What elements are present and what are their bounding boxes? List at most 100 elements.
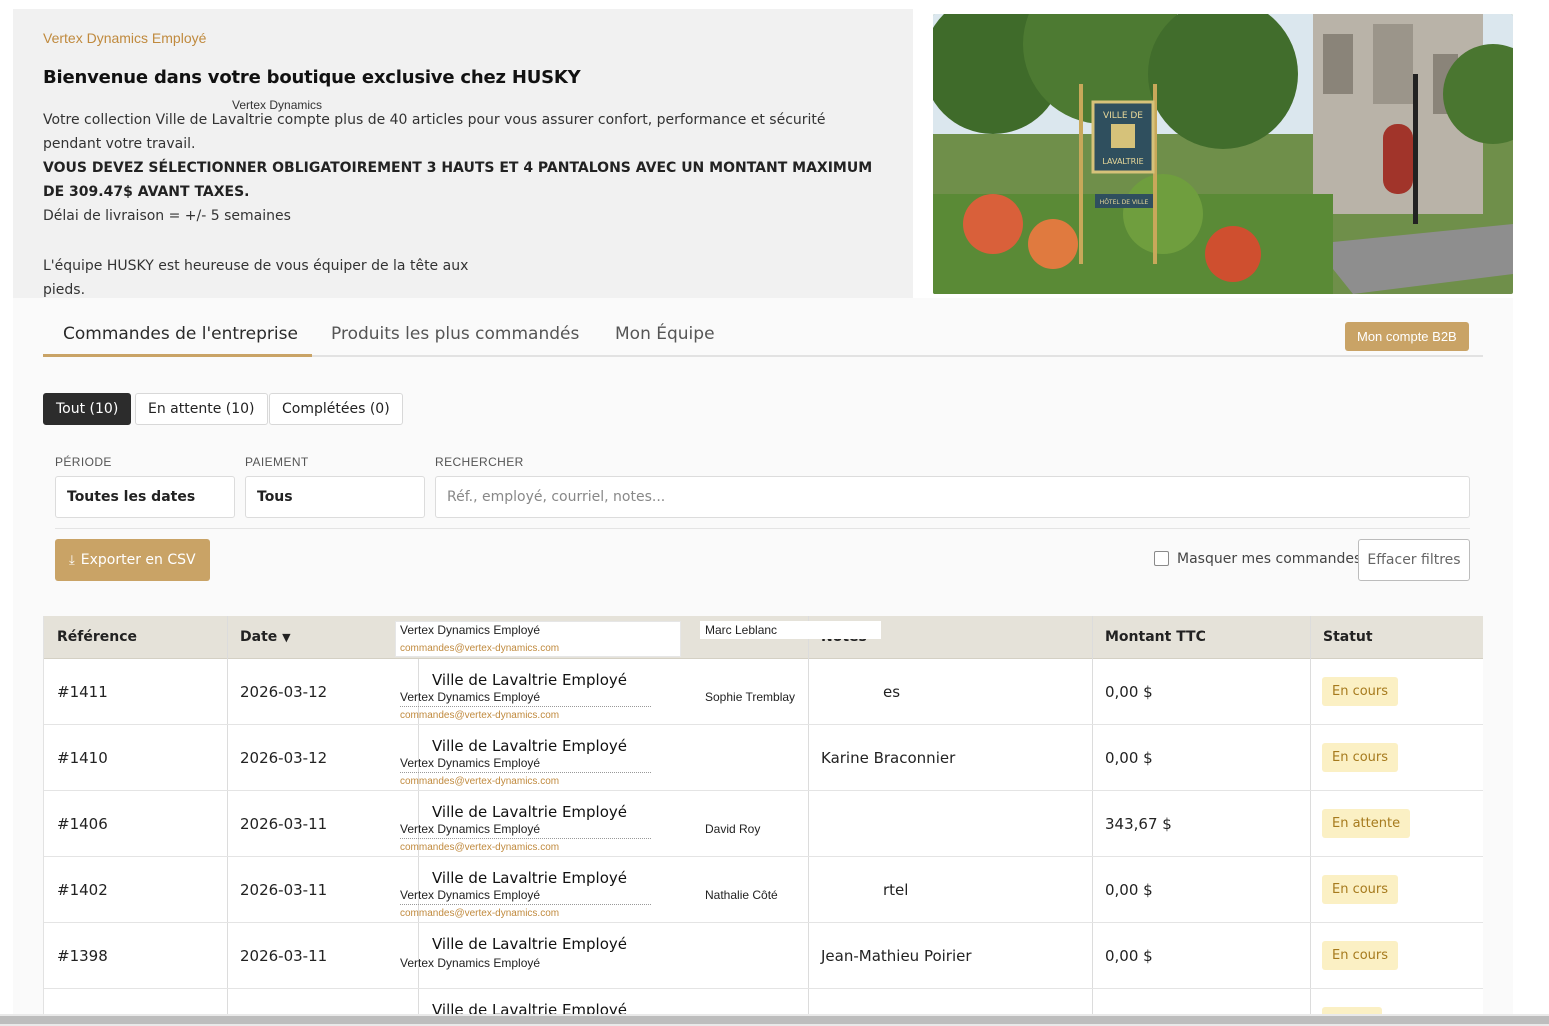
header-reference[interactable]: Référence — [44, 616, 137, 659]
header-amount[interactable]: Montant TTC — [1092, 616, 1206, 659]
payment-label: PAIEMENT — [245, 455, 309, 469]
hero-paragraph-delivery: Délai de livraison = +/- 5 semaines — [43, 208, 291, 224]
table-row[interactable]: #1410 2026-03-12 Ville de Lavaltrie Empl… — [44, 725, 1483, 791]
horizontal-scrollbar[interactable] — [0, 1014, 1549, 1026]
sort-desc-icon: ▼ — [282, 631, 291, 644]
overlay-underline — [400, 838, 651, 839]
filters-divider — [55, 528, 1470, 529]
cell-client: Ville de Lavaltrie Employé — [432, 671, 628, 689]
search-input[interactable]: Réf., employé, courriel, notes... — [435, 476, 1470, 518]
cell-notes: rtel — [883, 881, 909, 899]
sign-text-1: VILLE DE — [1103, 111, 1143, 121]
cell-reference: #1411 — [57, 683, 108, 701]
overlay-underline — [400, 772, 651, 773]
cell-client: Ville de Lavaltrie Employé — [432, 869, 628, 887]
orders-table: Référence Date ▼ Notes Montant TTC Statu… — [43, 616, 1483, 1014]
cell-date: 2026-03-11 — [240, 815, 328, 833]
header-overlay-employee: Vertex Dynamics Employé — [400, 623, 541, 637]
header-date-label: Date — [240, 629, 278, 645]
header-date[interactable]: Date ▼ — [227, 616, 291, 659]
cell-client: Ville de Lavaltrie Employé — [432, 1001, 628, 1014]
cell-client: Ville de Lavaltrie Employé — [432, 737, 628, 755]
period-select[interactable]: Toutes les dates — [55, 476, 235, 518]
row-overlay-email: commandes@vertex-dynamics.com — [400, 776, 560, 787]
cell-client: Ville de Lavaltrie Employé — [432, 935, 628, 953]
status-badge: En attente — [1322, 809, 1411, 838]
orders-panel: Commandes de l'entreprise Produits les p… — [13, 298, 1513, 1014]
period-label: PÉRIODE — [55, 455, 112, 469]
hide-my-orders-toggle[interactable]: Masquer mes commandes — [1154, 551, 1361, 567]
row-overlay-person: Sophie Tremblay — [705, 690, 796, 704]
segment-pending[interactable]: En attente (10) — [135, 393, 268, 425]
sign-text-2: LAVALTRIE — [1102, 157, 1143, 166]
cell-date: 2026-03-11 — [240, 881, 328, 899]
hero-photo: VILLE DE LAVALTRIE HÔTEL DE VILLE — [933, 14, 1513, 294]
cell-amount: 0,00 $ — [1105, 683, 1153, 701]
segment-all[interactable]: Tout (10) — [43, 393, 132, 425]
cell-reference: #1398 — [57, 947, 108, 965]
segment-completed[interactable]: Complétées (0) — [269, 393, 403, 425]
download-icon: ⤓ — [69, 553, 75, 568]
status-badge — [1322, 1007, 1382, 1014]
cell-notes: Jean-Mathieu Poirier — [821, 947, 972, 965]
hero-card: Vertex Dynamics Employé Bienvenue dans v… — [13, 9, 913, 298]
cell-date: 2026-03-11 — [240, 947, 328, 965]
cell-amount: 0,00 $ — [1105, 947, 1153, 965]
hero-spacer — [43, 228, 888, 254]
cell-date: 2026-03-12 — [240, 749, 328, 767]
header-overlay-person: Marc Leblanc — [705, 623, 778, 637]
payment-select[interactable]: Tous — [245, 476, 425, 518]
cell-date: 2026-03-12 — [240, 683, 328, 701]
row-overlay-email: commandes@vertex-dynamics.com — [400, 842, 560, 853]
hero-overlay-label: Vertex Dynamics — [232, 98, 323, 112]
row-overlay-person: David Roy — [705, 822, 761, 836]
header-overlay-email: commandes@vertex-dynamics.com — [400, 643, 560, 654]
status-badge: En cours — [1322, 875, 1399, 904]
tab-top-products[interactable]: Produits les plus commandés — [331, 320, 579, 357]
overlay-underline — [400, 706, 651, 707]
table-row[interactable]: #1398 2026-03-11 Ville de Lavaltrie Empl… — [44, 923, 1483, 989]
hide-my-orders-label: Masquer mes commandes — [1177, 551, 1362, 567]
cell-client: Ville de Lavaltrie Employé — [432, 803, 628, 821]
cell-notes: es — [883, 683, 901, 701]
row-overlay-email: commandes@vertex-dynamics.com — [400, 710, 560, 721]
row-overlay-employee: Vertex Dynamics Employé — [400, 822, 541, 836]
clear-filters-button[interactable]: Effacer filtres — [1358, 539, 1470, 581]
tab-my-team[interactable]: Mon Équipe — [615, 320, 715, 357]
hero-title: Bienvenue dans votre boutique exclusive … — [43, 67, 581, 88]
search-label: RECHERCHER — [435, 455, 524, 469]
row-overlay-email: commandes@vertex-dynamics.com — [400, 908, 560, 919]
header-status[interactable]: Statut — [1310, 616, 1373, 659]
cell-reference: #1410 — [57, 749, 108, 767]
cell-amount: 343,67 $ — [1105, 815, 1172, 833]
cell-reference: #1402 — [57, 881, 108, 899]
status-badge: En cours — [1322, 743, 1399, 772]
cell-notes — [808, 791, 821, 857]
row-overlay-employee: Vertex Dynamics Employé — [400, 690, 541, 704]
town-hall-photo: VILLE DE LAVALTRIE HÔTEL DE VILLE — [933, 14, 1513, 294]
table-row[interactable]: Ville de Lavaltrie Employé — [44, 989, 1483, 1014]
cell-notes: Karine Braconnier — [821, 749, 956, 767]
row-overlay-employee: Vertex Dynamics Employé — [400, 756, 541, 770]
table-row[interactable]: #1406 2026-03-11 Ville de Lavaltrie Empl… — [44, 791, 1483, 857]
status-badge: En cours — [1322, 941, 1399, 970]
tab-bar: Commandes de l'entreprise Produits les p… — [43, 320, 1483, 357]
status-badge: En cours — [1322, 677, 1399, 706]
hero-description: Votre collection Ville de Lavaltrie comp… — [43, 108, 888, 302]
scrollbar-thumb[interactable] — [0, 1016, 1549, 1024]
hero-paragraph-requirement: VOUS DEVEZ SÉLECTIONNER OBLIGATOIREMENT … — [43, 160, 873, 200]
export-csv-label: Exporter en CSV — [80, 552, 196, 568]
row-overlay-person: Nathalie Côté — [705, 888, 778, 902]
row-overlay-employee: Vertex Dynamics Employé — [400, 888, 541, 902]
hide-my-orders-checkbox[interactable] — [1154, 551, 1169, 566]
overlay-underline — [400, 904, 651, 905]
cell-amount: 0,00 $ — [1105, 749, 1153, 767]
hero-eyebrow: Vertex Dynamics Employé — [43, 30, 207, 46]
hero-paragraph-collection: Votre collection Ville de Lavaltrie comp… — [43, 112, 826, 152]
cell-amount: 0,00 $ — [1105, 881, 1153, 899]
tab-company-orders[interactable]: Commandes de l'entreprise — [43, 320, 312, 357]
b2b-account-button[interactable]: Mon compte B2B — [1345, 322, 1469, 351]
hero-paragraph-team: L'équipe HUSKY est heureuse de vous équi… — [43, 258, 469, 298]
row-overlay-employee: Vertex Dynamics Employé — [400, 956, 541, 970]
export-csv-button[interactable]: ⤓ Exporter en CSV — [55, 539, 210, 581]
